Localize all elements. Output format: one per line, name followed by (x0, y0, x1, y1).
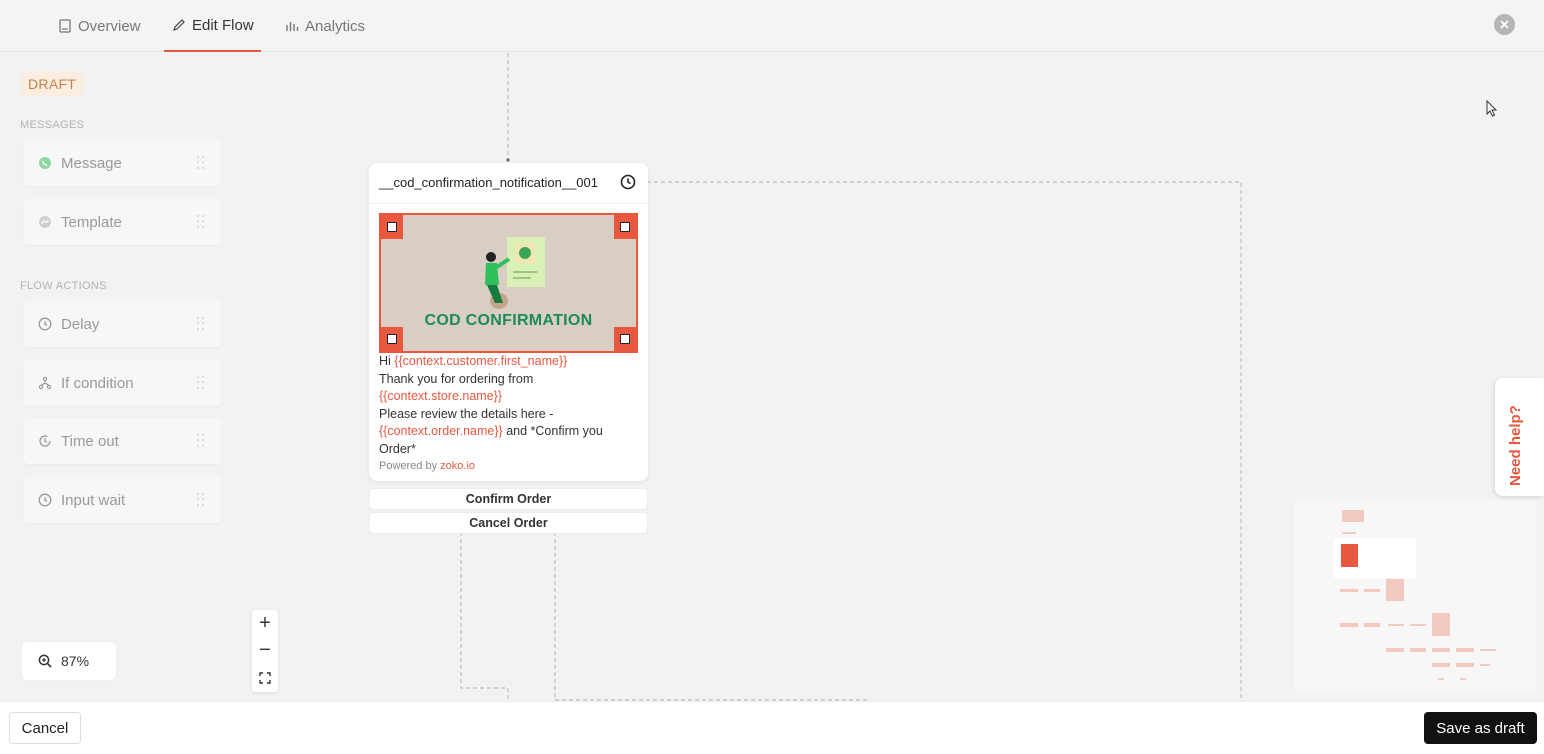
drag-handle-icon[interactable] (197, 156, 205, 170)
clock-icon (38, 317, 52, 331)
whatsapp-icon (39, 157, 51, 169)
message-greeting: Hi (379, 354, 395, 368)
sidebar-item-template[interactable]: Template (24, 199, 221, 245)
branch-icon (38, 376, 52, 390)
minimap-node (1410, 624, 1426, 626)
flow-node-card[interactable]: __cod_confirmation_notification__001 COD… (369, 163, 648, 481)
minimap-node (1342, 510, 1364, 522)
variable-order-name: {{context.order.name}} (379, 424, 503, 438)
zoom-level-indicator[interactable]: 87% (21, 641, 117, 681)
minimap[interactable] (1294, 500, 1536, 692)
minimap-node (1364, 589, 1380, 592)
sidebar-item-label: Delay (61, 315, 100, 333)
sidebar-item-time-out[interactable]: Time out (24, 418, 221, 464)
corner-marker (614, 215, 636, 239)
mouse-cursor-icon (1486, 100, 1498, 117)
powered-by-label: Powered by (379, 460, 441, 472)
cancel-button[interactable]: Cancel (9, 712, 81, 744)
minimap-node (1386, 579, 1404, 601)
node-title: __cod_confirmation_notification__001 (379, 175, 598, 190)
minimap-node (1340, 589, 1358, 592)
zoom-level-value: 87% (61, 653, 90, 669)
zoom-out-button[interactable]: − (252, 637, 278, 664)
timeout-icon (39, 435, 51, 447)
cancel-order-button[interactable]: Cancel Order (369, 512, 648, 534)
minimap-node (1456, 663, 1474, 667)
sidebar-item-message[interactable]: Message (24, 140, 221, 186)
drag-handle-icon[interactable] (197, 493, 205, 507)
bottom-action-bar: Cancel Save as draft (0, 701, 1544, 754)
corner-marker (614, 327, 636, 351)
clock-icon[interactable] (620, 174, 636, 190)
minimap-node (1438, 678, 1444, 680)
corner-marker (381, 327, 403, 351)
sidebar-item-label: If condition (61, 374, 134, 392)
minimap-node (1410, 648, 1426, 652)
drag-handle-icon[interactable] (197, 317, 205, 331)
save-as-draft-button[interactable]: Save as draft (1424, 712, 1537, 744)
minimap-node (1386, 648, 1404, 652)
fit-view-button[interactable] (252, 664, 278, 691)
minimap-node (1480, 649, 1496, 651)
fullscreen-icon (259, 671, 271, 684)
sidebar-item-label: Template (61, 213, 122, 231)
messenger-icon (39, 216, 51, 228)
message-thanks: Thank you for ordering from (379, 371, 534, 386)
drag-handle-icon[interactable] (197, 215, 205, 229)
messages-section-label: MESSAGES (20, 119, 85, 131)
sidebar-item-label: Message (61, 154, 122, 172)
minimap-node (1460, 678, 1466, 680)
sidebar-item-if-condition[interactable]: If condition (24, 360, 221, 406)
minimap-node (1480, 664, 1490, 666)
minimap-node (1340, 623, 1358, 627)
minimap-node (1342, 532, 1356, 534)
need-help-label: Need help? (1507, 405, 1524, 486)
minimap-node (1456, 648, 1474, 652)
clock-icon (38, 493, 52, 507)
template-banner-image: COD CONFIRMATION (379, 213, 638, 353)
message-body: Hi {{context.customer.first_name}} Thank… (379, 353, 641, 458)
sidebar-item-input-wait[interactable]: Input wait (24, 477, 221, 523)
sidebar-item-label: Input wait (61, 491, 126, 509)
powered-by: Powered by zoko.io (379, 460, 475, 472)
flow-actions-section-label: FLOW ACTIONS (20, 280, 107, 292)
variable-first-name: {{context.customer.first_name}} (394, 354, 568, 368)
corner-marker (381, 215, 403, 239)
sidebar-item-label: Time out (61, 432, 119, 450)
drag-handle-icon[interactable] (197, 434, 205, 448)
shopping-illustration-icon (485, 237, 545, 309)
minimap-node (1432, 648, 1450, 652)
minimap-node (1341, 544, 1358, 567)
variable-store-name: {{context.store.name}} (379, 389, 503, 403)
minimap-node (1432, 663, 1450, 667)
minimap-node (1432, 613, 1450, 636)
minimap-node (1388, 624, 1404, 626)
status-badge: DRAFT (21, 72, 84, 96)
need-help-tab[interactable]: Need help? (1495, 378, 1544, 496)
drag-handle-icon[interactable] (197, 376, 205, 390)
message-review: Please review the details here - (379, 406, 554, 421)
minimap-node (1364, 623, 1380, 627)
node-divider (369, 203, 648, 204)
zoom-in-button[interactable]: + (252, 610, 278, 637)
banner-title: COD CONFIRMATION (424, 312, 593, 329)
powered-by-link[interactable]: zoko.io (440, 460, 475, 472)
zoom-icon (38, 654, 52, 668)
zoom-controls: + − (252, 610, 278, 692)
confirm-order-button[interactable]: Confirm Order (369, 488, 648, 510)
sidebar-item-delay[interactable]: Delay (24, 301, 221, 347)
